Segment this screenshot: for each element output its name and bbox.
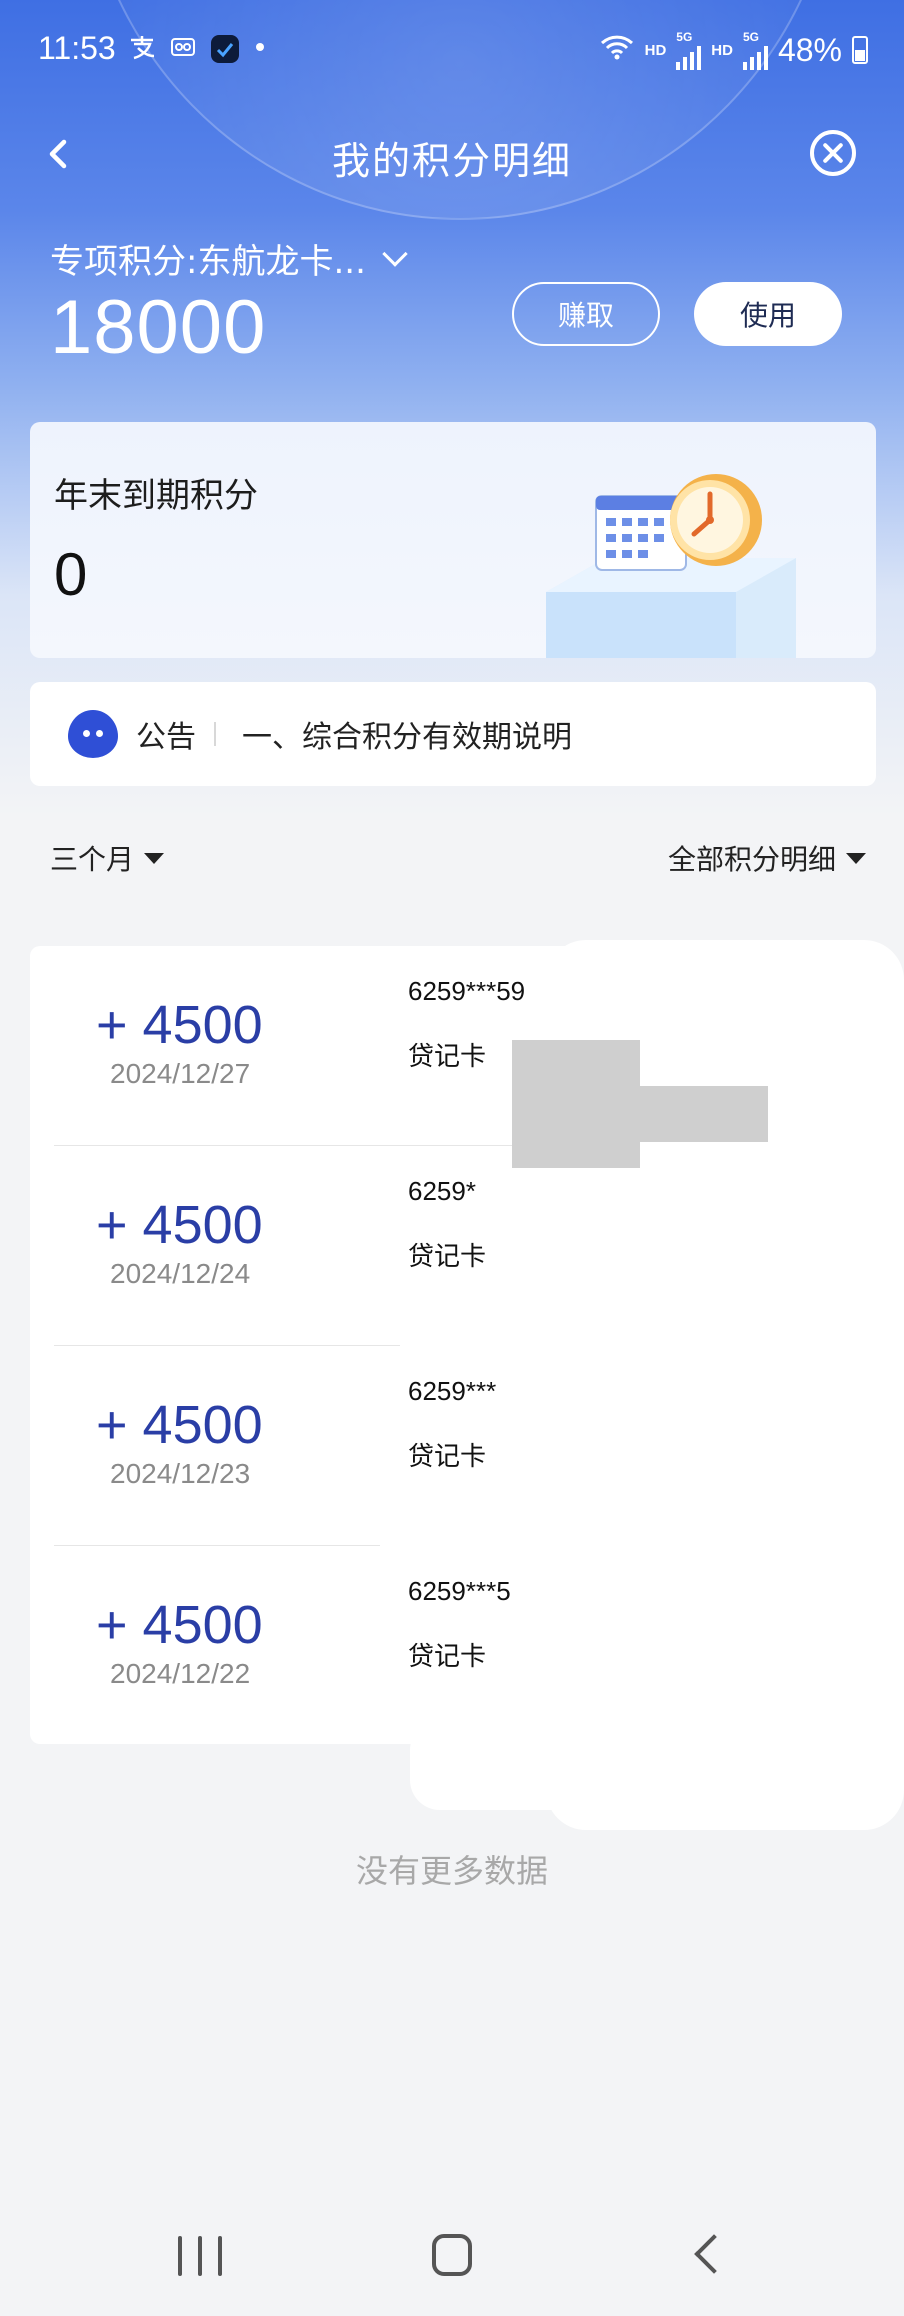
record-points: + 4500: [96, 1195, 263, 1255]
record-card-number: 6259***: [408, 1376, 497, 1406]
chevron-down-icon: [382, 240, 408, 267]
divider: [214, 722, 216, 746]
earn-button[interactable]: 赚取: [512, 282, 660, 346]
category-filter[interactable]: 全部积分明细: [668, 838, 866, 878]
record-date: 2024/12/24: [110, 1258, 251, 1289]
battery-icon: [852, 36, 868, 64]
record-date: 2024/12/27: [110, 1058, 251, 1089]
record-points: + 4500: [96, 995, 263, 1055]
record-points: + 4500: [96, 1595, 263, 1655]
close-button[interactable]: [810, 130, 856, 176]
record-points: + 4500: [96, 1395, 263, 1455]
caret-down-icon: [846, 852, 866, 864]
voicemail-icon: [170, 34, 196, 71]
record-card-type: 贷记卡: [408, 1442, 487, 1472]
announcement-tag: 公告: [136, 720, 196, 755]
status-right-icons: HD 5G HD 5G 48%: [599, 30, 868, 70]
calendar-clock-illustration: [546, 474, 796, 658]
hd-label: HD: [711, 41, 733, 59]
record-card-type: 贷记卡: [408, 1042, 487, 1072]
battery-percent: 48%: [777, 31, 842, 68]
announcement-text: 一、综合积分有效期说明: [242, 720, 572, 755]
points-type-label: 专项积分:东航龙卡...: [50, 242, 366, 282]
points-type-selector[interactable]: 专项积分:东航龙卡...: [50, 234, 408, 283]
record-card-number: 6259***59: [408, 976, 526, 1006]
period-filter[interactable]: 三个月: [50, 838, 165, 878]
record-date: 2024/12/23: [110, 1458, 251, 1489]
expiring-points-card: 年末到期积分 0: [30, 422, 876, 658]
redaction-mask: [638, 1086, 768, 1142]
no-more-data-text: 没有更多数据: [355, 1852, 548, 1890]
home-button[interactable]: [432, 2234, 472, 2276]
system-nav-bar: [0, 2196, 904, 2316]
expiring-points-value: 0: [54, 541, 88, 608]
wifi-icon: [599, 32, 635, 69]
points-balance: 18000: [50, 285, 267, 370]
system-back-button[interactable]: [694, 2234, 734, 2274]
record-date: 2024/12/22: [110, 1658, 251, 1689]
dot-icon: [254, 34, 266, 71]
caret-down-icon: [144, 852, 165, 864]
redaction-mask: [410, 1720, 630, 1810]
hd-label: HD: [644, 41, 667, 59]
network-label: 5G: [742, 30, 759, 44]
announcement-icon: [68, 710, 118, 758]
network-label: 5G: [676, 30, 693, 44]
signal-icon: [742, 44, 768, 70]
category-filter-label: 全部积分明细: [667, 843, 836, 876]
record-card-number: 6259***5: [408, 1576, 511, 1606]
redaction-mask: [380, 1520, 680, 1560]
announcement-bar[interactable]: 公告 一、综合积分有效期说明: [30, 682, 876, 786]
status-time: 11:53: [38, 30, 116, 66]
status-bar: 11:53 HD 5G HD 5G 48%: [0, 0, 904, 104]
use-button[interactable]: 使用: [694, 282, 842, 346]
record-card-type: 贷记卡: [408, 1242, 487, 1272]
redaction-mask: [400, 1290, 900, 1380]
status-left-icons: [128, 34, 266, 71]
record-card-type: 贷记卡: [408, 1642, 487, 1672]
page-title: 我的积分明细: [331, 139, 572, 183]
app-icon: [210, 34, 240, 71]
recent-apps-button[interactable]: [178, 2236, 222, 2276]
record-card-number: 6259*: [408, 1176, 476, 1206]
signal-icon: [676, 44, 702, 70]
expiring-points-label: 年末到期积分: [54, 476, 258, 516]
period-filter-label: 三个月: [50, 843, 135, 876]
app-header: 我的积分明细: [0, 108, 904, 204]
redaction-mask: [512, 1040, 640, 1168]
alipay-icon: [128, 34, 156, 71]
